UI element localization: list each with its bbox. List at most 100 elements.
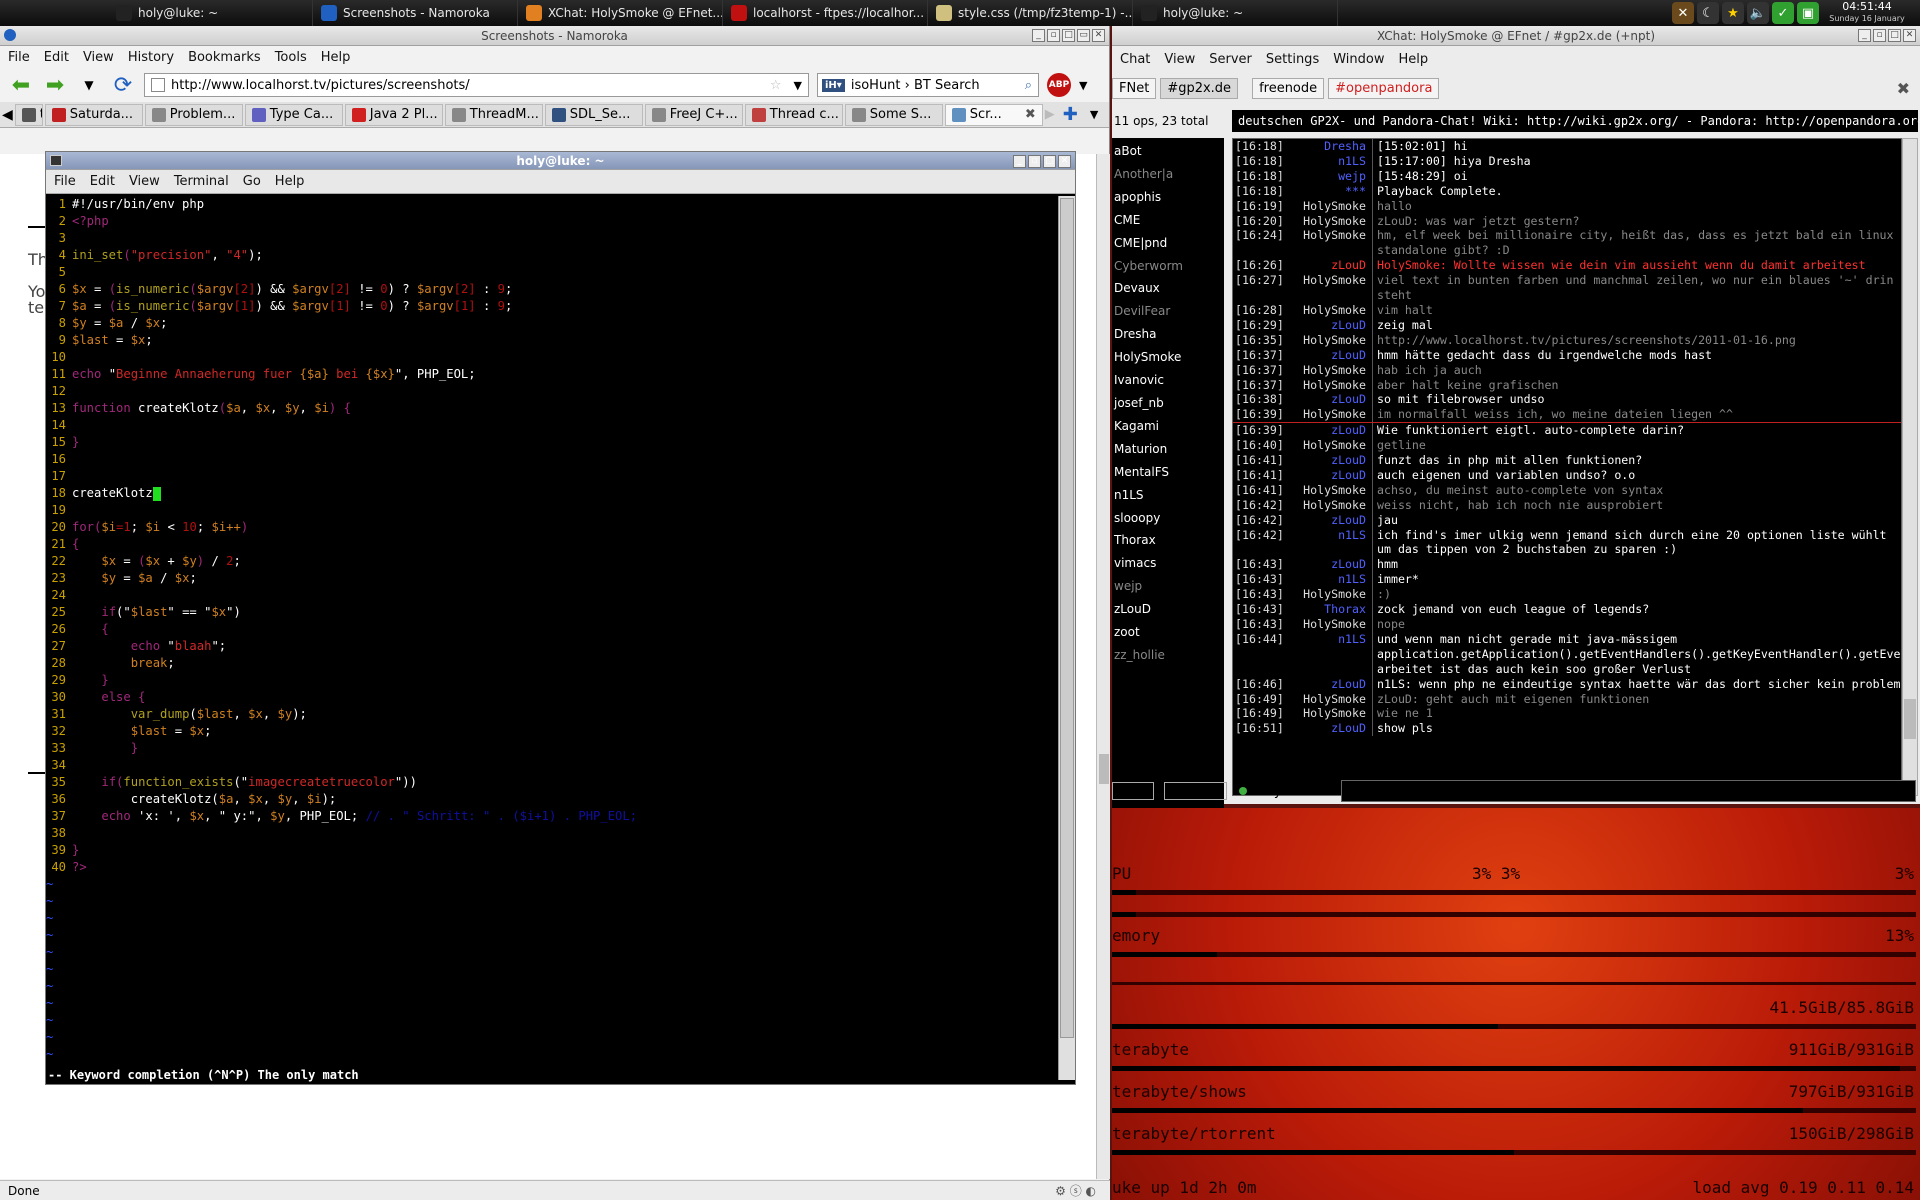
reload-icon[interactable]: ⟳ <box>110 72 136 98</box>
user-list-item[interactable]: Maturion <box>1112 438 1224 461</box>
user-list-item[interactable]: Kagami <box>1112 415 1224 438</box>
user-list-item[interactable]: slooopy <box>1112 507 1224 530</box>
browser-tab[interactable]: Thread c... <box>744 103 843 126</box>
user-list-item[interactable]: Cyberworm <box>1112 255 1224 278</box>
taskbar-task[interactable]: holy@luke: ~ <box>108 0 313 26</box>
browser-menu-view[interactable]: View <box>83 50 114 65</box>
browser-menu-help[interactable]: Help <box>321 50 351 65</box>
minimize-button[interactable]: _ <box>1858 29 1871 42</box>
adblock-dropdown-icon[interactable]: ▼ <box>1079 79 1087 92</box>
browser-tab[interactable]: Scr... ✖ <box>944 103 1043 126</box>
terminal-menu-go[interactable]: Go <box>243 174 261 189</box>
search-bar[interactable]: iH▾ isoHunt › BT Search ⌕ <box>817 73 1039 97</box>
clock[interactable]: 04:51:44 Sunday 16 January <box>1822 1 1912 25</box>
close-button[interactable]: ✕ <box>1092 29 1105 42</box>
xchat-menu-server[interactable]: Server <box>1209 52 1252 67</box>
new-tab-icon[interactable]: ✚ <box>1063 104 1078 125</box>
shade-button[interactable]: ▫ <box>1047 29 1060 42</box>
user-list-item[interactable]: MentalFS <box>1112 461 1224 484</box>
browser-tab[interactable]: ti... <box>14 103 43 126</box>
user-list-item[interactable]: Another|a <box>1112 163 1224 186</box>
scrollbar-thumb[interactable] <box>1060 198 1074 1038</box>
user-list-item[interactable]: CME <box>1112 209 1224 232</box>
addon-icon[interactable]: ⚙ ⓢ ◐ <box>1055 1182 1096 1199</box>
user-list-item[interactable]: vimacs <box>1112 552 1224 575</box>
xchat-menu-window[interactable]: Window <box>1333 52 1384 67</box>
user-list-item[interactable]: zz_hollie <box>1112 644 1224 667</box>
vim-editor[interactable]: 1 #!/usr/bin/env php 2 <?php 3 4 ini_set("prec… <box>46 196 1056 1064</box>
page-scrollbar[interactable] <box>1096 154 1110 1179</box>
xchat-titlebar[interactable]: XChat: HolySmoke @ EFnet / #gp2x.de (+np… <box>1112 26 1920 46</box>
browser-menu-history[interactable]: History <box>128 50 174 65</box>
minimize-button[interactable]: _ <box>1013 155 1026 168</box>
maximize-button[interactable]: □ <box>1888 29 1901 42</box>
browser-tab[interactable]: SDL_Se... <box>544 103 643 126</box>
user-list-item[interactable]: Ivanovic <box>1112 369 1224 392</box>
browser-tab[interactable]: ThreadM... <box>444 103 543 126</box>
browser-titlebar[interactable]: Screenshots - Namoroka _ ▫ □ ▭ ✕ <box>0 26 1109 46</box>
terminal-menu-edit[interactable]: Edit <box>90 174 115 189</box>
back-arrow-icon[interactable]: ⬅ <box>8 72 34 98</box>
maximize-button[interactable]: □ <box>1043 155 1056 168</box>
tab-openpandora[interactable]: #openpandora <box>1328 77 1440 99</box>
shade-button[interactable]: ▫ <box>1873 29 1886 42</box>
browser-menu-bookmarks[interactable]: Bookmarks <box>188 50 261 65</box>
tab-gp2x[interactable]: #gp2x.de <box>1160 77 1239 99</box>
browser-tab[interactable]: Java 2 Pl... <box>344 103 443 126</box>
taskbar-task[interactable]: holy@luke: ~ <box>1133 0 1338 26</box>
nick-button[interactable]: HolySmoke <box>1253 784 1326 799</box>
user-list-item[interactable]: Dresha <box>1112 323 1224 346</box>
scroll-tabs-left-icon[interactable]: ◀ <box>2 107 13 123</box>
xchat-tray-icon[interactable]: ✕ <box>1672 2 1694 24</box>
xchat-menu-help[interactable]: Help <box>1398 52 1428 67</box>
url-bar[interactable]: http://www.localhorst.tv/pictures/screen… <box>144 73 809 97</box>
network-icon[interactable]: ▣ <box>1797 2 1819 24</box>
tab-freenode[interactable]: freenode <box>1252 77 1325 99</box>
minimize-button[interactable]: _ <box>1032 29 1045 42</box>
update-icon[interactable]: ✓ <box>1772 2 1794 24</box>
tab-list-icon[interactable]: ▼ <box>1090 108 1098 121</box>
browser-tab[interactable]: FreeJ C+... <box>644 103 743 126</box>
bookmark-star-icon[interactable]: ☆ <box>770 78 782 93</box>
browser-menu-tools[interactable]: Tools <box>275 50 307 65</box>
search-icon[interactable]: ⌕ <box>1025 78 1038 93</box>
xchat-menu-settings[interactable]: Settings <box>1266 52 1319 67</box>
taskbar-task[interactable]: localhorst - ftpes://localhor... <box>723 0 928 26</box>
terminal-menu-view[interactable]: View <box>129 174 160 189</box>
close-button[interactable]: ✕ <box>1058 155 1071 168</box>
browser-tab[interactable]: Type Ca... <box>244 103 343 126</box>
scrollbar-thumb[interactable] <box>1904 699 1916 739</box>
user-list-item[interactable]: aBot <box>1112 140 1224 163</box>
xchat-menu-chat[interactable]: Chat <box>1120 52 1150 67</box>
maximize-button[interactable]: □ <box>1062 29 1075 42</box>
browser-tab[interactable]: Saturda... <box>44 103 143 126</box>
channel-topic[interactable]: deutschen GP2X- und Pandora-Chat! Wiki: … <box>1232 110 1918 132</box>
terminal-menu-help[interactable]: Help <box>275 174 305 189</box>
user-list-item[interactable]: zLouD <box>1112 598 1224 621</box>
moon-icon[interactable]: ☾ <box>1697 2 1719 24</box>
xchat-menu-view[interactable]: View <box>1164 52 1195 67</box>
terminal-titlebar[interactable]: holy@luke: ~ _ ▫ □ ✕ <box>46 152 1075 170</box>
tab-efnet[interactable]: FNet <box>1112 77 1157 99</box>
terminal-menu-terminal[interactable]: Terminal <box>174 174 229 189</box>
taskbar-task[interactable]: style.css (/tmp/fz3temp-1) -... <box>928 0 1133 26</box>
scroll-tabs-right-icon[interactable]: ▶ <box>1045 107 1055 122</box>
browser-menu-file[interactable]: File <box>8 50 30 65</box>
url-dropdown-icon[interactable]: ▼ <box>788 79 808 92</box>
terminal-scrollbar[interactable] <box>1058 196 1075 1080</box>
browser-tab[interactable]: Some S... <box>844 103 943 126</box>
user-list-item[interactable]: DevilFear <box>1112 300 1224 323</box>
user-list-item[interactable]: HolySmoke <box>1112 346 1224 369</box>
history-dropdown-icon[interactable]: ▼ <box>76 72 102 98</box>
terminal-menu-file[interactable]: File <box>54 174 76 189</box>
taskbar-task[interactable]: Screenshots - Namoroka <box>313 0 518 26</box>
star-icon[interactable]: ★ <box>1722 2 1744 24</box>
user-list-item[interactable]: zoot <box>1112 621 1224 644</box>
taskbar-task[interactable]: XChat: HolySmoke @ EFnet... <box>518 0 723 26</box>
chat-scrollbar[interactable] <box>1902 138 1918 796</box>
chat-log[interactable]: [16:18] Dresha [15:02:01] hi [16:18] n1LS [15… <box>1232 138 1902 796</box>
user-list-item[interactable]: Thorax <box>1112 529 1224 552</box>
user-list-item[interactable]: josef_nb <box>1112 392 1224 415</box>
restore-button[interactable]: ▭ <box>1077 29 1090 42</box>
user-list[interactable]: aBot Another|a apophis CME CME|pnd Cyberworm D… <box>1112 138 1224 808</box>
